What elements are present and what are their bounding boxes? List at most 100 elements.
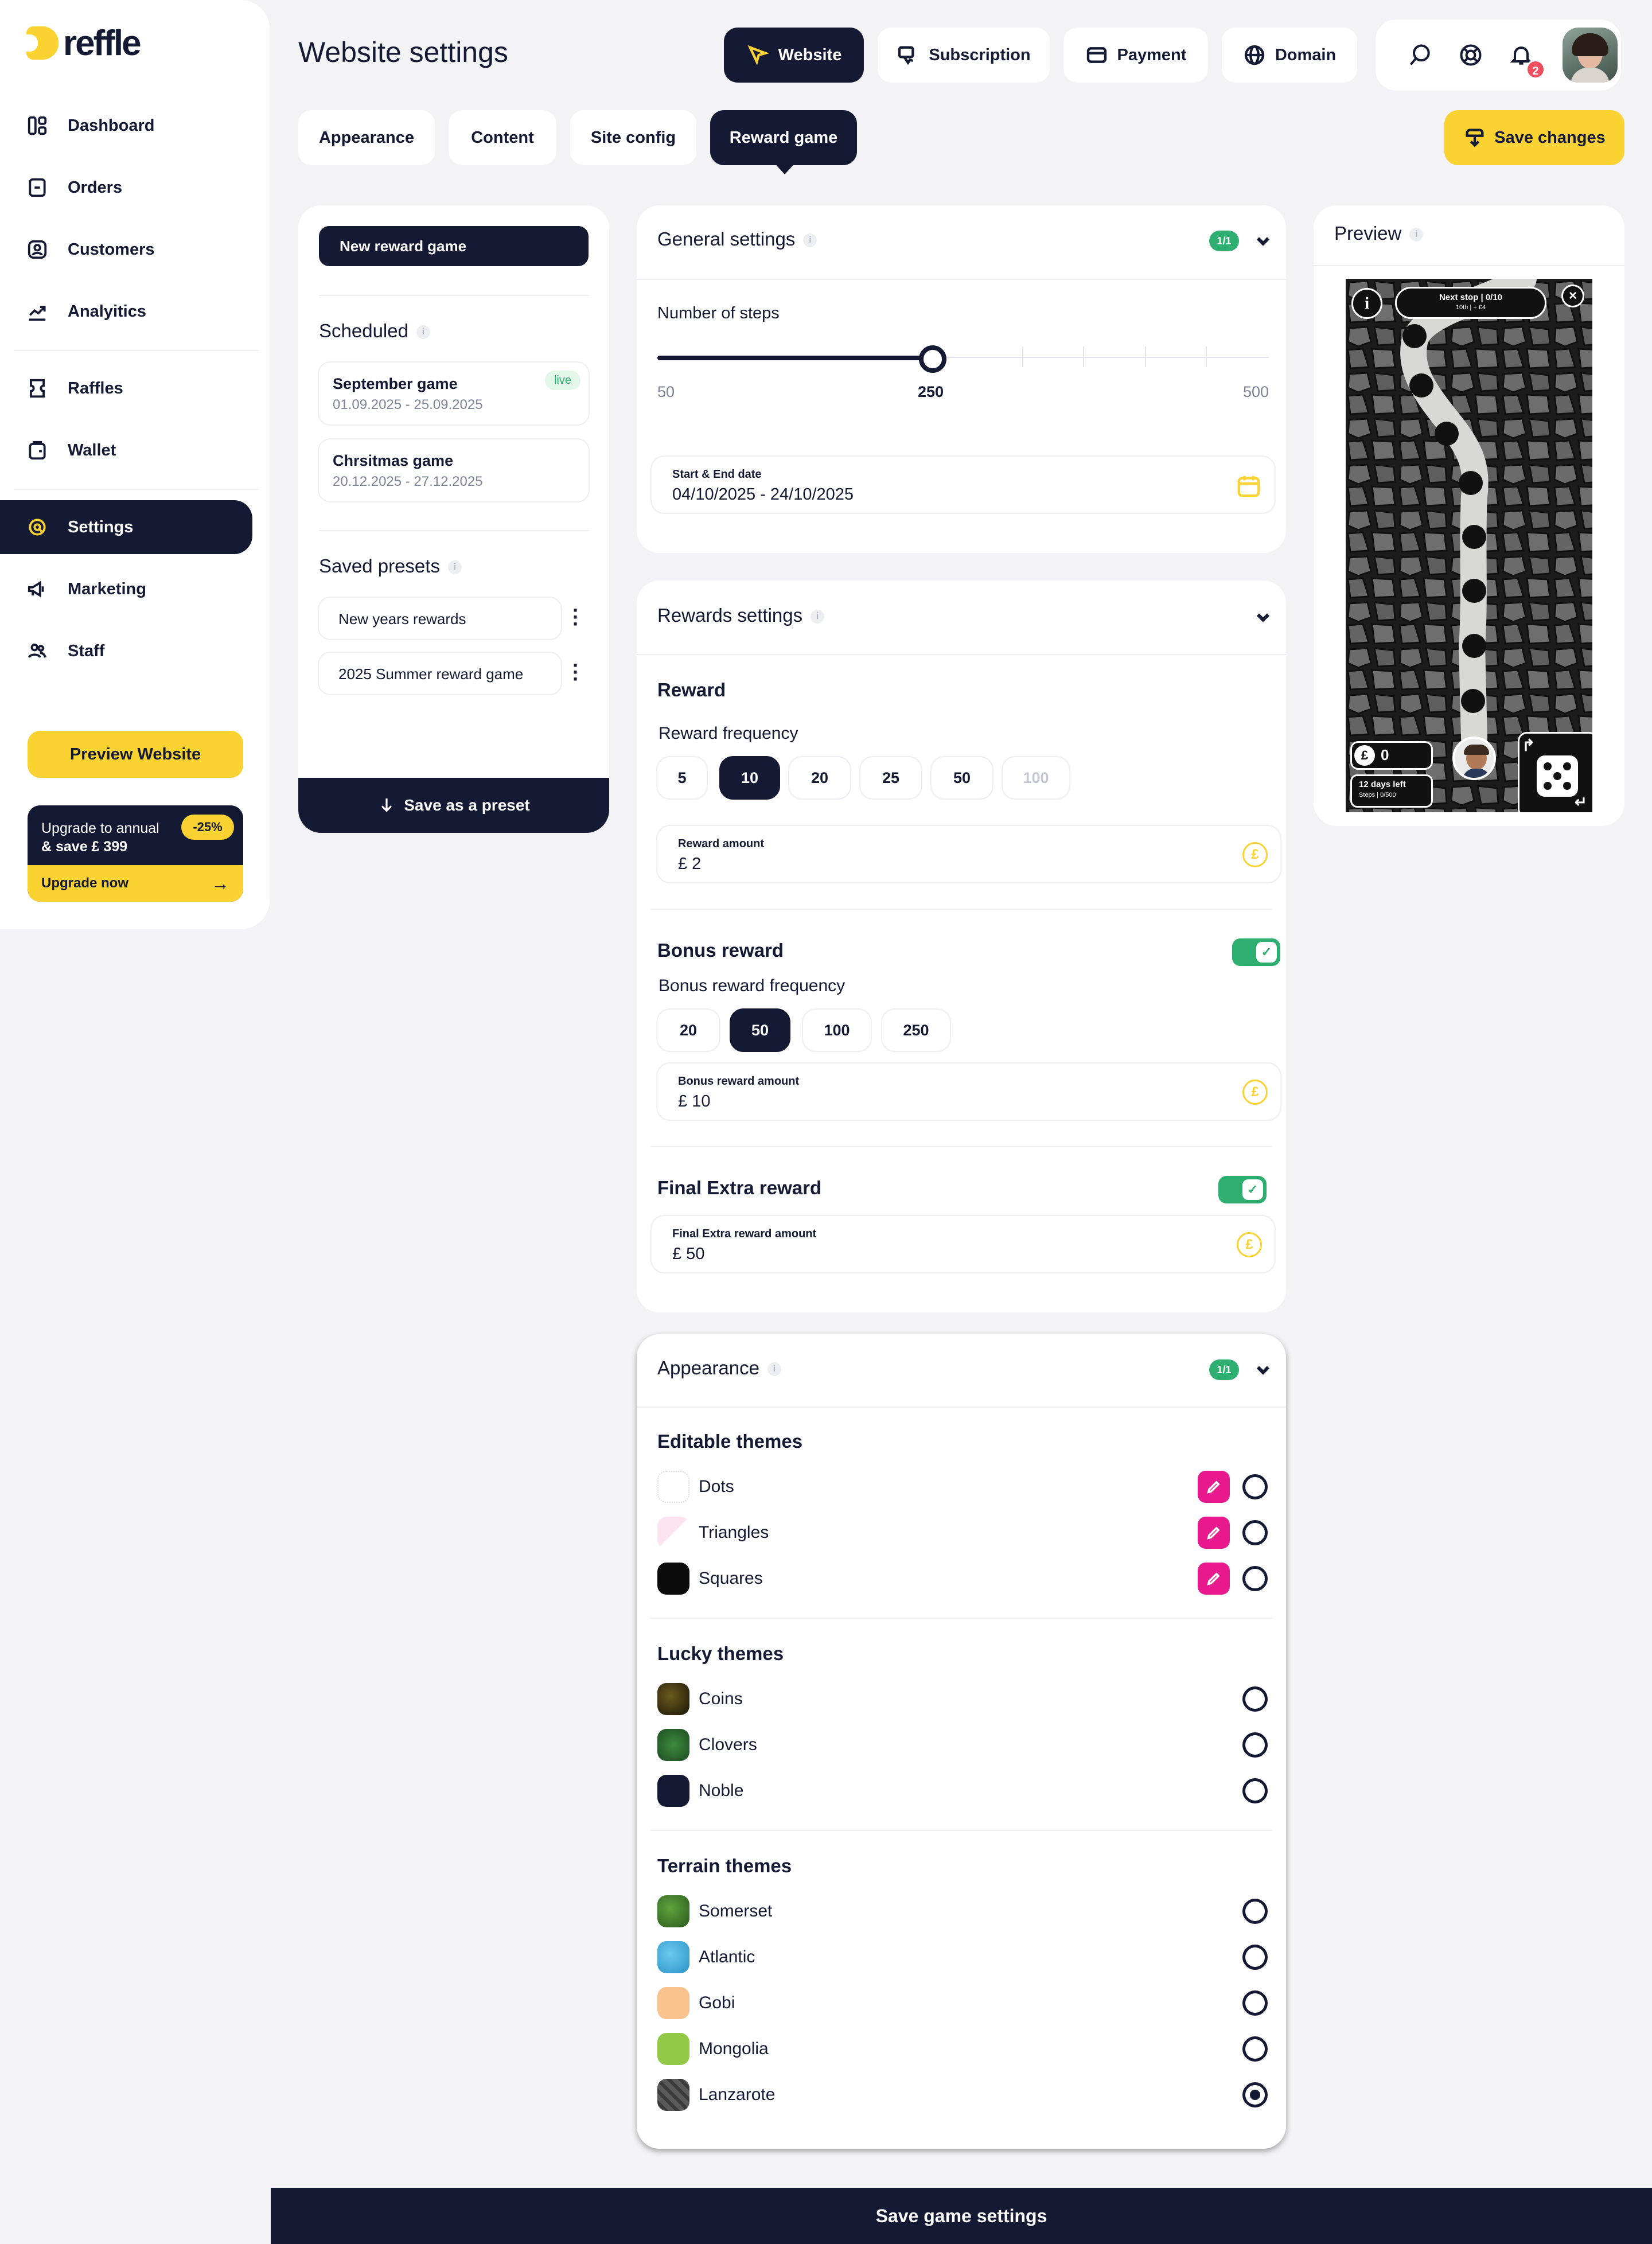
chevron-down-icon[interactable] [1253,231,1273,251]
subtab-reward-game[interactable]: Reward game [710,110,857,165]
theme-row-atlantic[interactable]: Atlantic [637,1932,1286,1978]
final-amount-field[interactable]: Final Extra reward amount £ 50 £ [650,1215,1276,1273]
dice-icon[interactable] [1537,755,1578,797]
frequency-option[interactable]: 20 [788,756,851,800]
tab-website[interactable]: Website [724,28,864,83]
preset-item[interactable]: 2025 Summer reward game [318,652,562,695]
upgrade-now-button[interactable]: Upgrade now → [28,865,243,902]
new-reward-game-button[interactable]: New reward game [319,226,589,266]
staff-icon [26,640,48,662]
frequency-option[interactable]: 25 [859,756,922,800]
scheduled-game[interactable]: Chrsitmas game 20.12.2025 - 27.12.2025 [318,438,590,502]
sidebar-item-customers[interactable]: Customers [0,223,252,276]
theme-name: Atlantic [699,1947,755,1966]
appearance-card: Appearance i 1/1 Editable themes Dots Tri… [637,1334,1286,2149]
field-label: Final Extra reward amount [672,1228,817,1240]
calendar-icon[interactable] [1236,473,1262,499]
theme-radio-selected[interactable] [1242,2082,1268,2107]
frequency-option[interactable]: 50 [930,756,993,800]
theme-row-somerset[interactable]: Somerset [637,1886,1286,1932]
share-arrow-icon[interactable]: ↱ [1522,736,1535,755]
theme-radio[interactable] [1242,1566,1268,1591]
steps-slider[interactable] [657,344,1269,373]
bonus-frequency-option[interactable]: 50 [730,1008,790,1052]
bonus-frequency-option[interactable]: 100 [802,1008,872,1052]
theme-radio[interactable] [1242,1686,1268,1712]
sidebar-item-analytics[interactable]: Analyitics [0,285,252,338]
preview-website-button[interactable]: Preview Website [28,731,243,778]
theme-radio[interactable] [1242,1945,1268,1970]
bonus-frequency-option[interactable]: 20 [656,1008,720,1052]
theme-row-gobi[interactable]: Gobi [637,1978,1286,2024]
theme-row-clovers[interactable]: Clovers [637,1720,1286,1766]
theme-row-noble[interactable]: Noble [637,1766,1286,1811]
date-range-field[interactable]: Start & End date 04/10/2025 - 24/10/2025 [650,455,1276,514]
completion-badge: 1/1 [1209,231,1239,251]
save-as-preset-label: Save as a preset [404,796,530,814]
preset-item[interactable]: New years rewards [318,597,562,640]
reward-frequency-label: Reward frequency [659,724,798,743]
rotate-arrow-icon[interactable]: ↵ [1575,793,1587,811]
theme-row-lanzarote[interactable]: Lanzarote [637,2070,1286,2116]
theme-name: Somerset [699,1902,773,1920]
theme-radio[interactable] [1242,1899,1268,1924]
subtab-site-config[interactable]: Site config [570,110,696,165]
theme-radio[interactable] [1242,1778,1268,1803]
final-reward-toggle[interactable] [1218,1176,1267,1203]
reward-amount-field[interactable]: Reward amount £ 2 £ [656,825,1281,883]
steps-min: 50 [657,383,675,400]
theme-row-coins[interactable]: Coins [637,1674,1286,1720]
bonus-amount-field[interactable]: Bonus reward amount £ 10 £ [656,1062,1281,1121]
close-icon[interactable]: × [1561,285,1584,307]
frequency-option[interactable]: 100 [1002,756,1070,800]
scheduled-game[interactable]: September game 01.09.2025 - 25.09.2025 l… [318,361,590,426]
chevron-down-icon[interactable] [1253,607,1273,628]
avatar[interactable] [1563,28,1618,83]
theme-row-triangles[interactable]: Triangles [637,1507,1286,1553]
games-panel: New reward game Scheduled i September gam… [298,205,609,833]
chevron-down-icon[interactable] [1253,1359,1273,1380]
sidebar-item-dashboard[interactable]: Dashboard [0,99,252,153]
sidebar-item-staff[interactable]: Staff [0,624,252,678]
field-value: £ 10 [678,1092,711,1111]
slider-thumb[interactable] [919,345,946,373]
theme-radio[interactable] [1242,1732,1268,1758]
more-vertical-icon[interactable]: · · · [568,655,584,689]
sidebar-item-settings[interactable]: Settings [0,500,252,554]
save-changes-button[interactable]: Save changes [1444,110,1624,165]
bonus-reward-toggle[interactable] [1232,938,1280,966]
save-game-settings-button[interactable]: Save game settings [271,2188,1652,2244]
sidebar-item-wallet[interactable]: Wallet [0,423,252,477]
more-vertical-icon[interactable]: · · · [568,600,584,634]
sidebar-item-marketing[interactable]: Marketing [0,562,252,616]
subtab-content[interactable]: Content [449,110,556,165]
theme-radio[interactable] [1242,1990,1268,2016]
tab-subscription[interactable]: Subscription [878,28,1050,83]
theme-radio[interactable] [1242,1520,1268,1545]
frequency-option[interactable]: 10 [719,756,780,800]
steps-label: Number of steps [657,304,780,322]
theme-radio[interactable] [1242,1474,1268,1499]
theme-row-dots[interactable]: Dots [637,1462,1286,1507]
edit-pencil-icon[interactable] [1198,1471,1230,1503]
theme-row-squares[interactable]: Squares [637,1553,1286,1599]
frequency-option[interactable]: 5 [656,756,708,800]
theme-name: Gobi [699,1993,735,2012]
game-preview: i Next stop | 0/10 10th | + £4 × £ 0 12 … [1346,279,1592,812]
subtab-appearance[interactable]: Appearance [298,110,435,165]
help-icon[interactable] [1458,42,1483,68]
preset-name: 2025 Summer reward game [338,665,524,683]
edit-pencil-icon[interactable] [1198,1517,1230,1549]
theme-row-mongolia[interactable]: Mongolia [637,2024,1286,2070]
tab-payment[interactable]: Payment [1063,28,1208,83]
search-icon[interactable] [1408,42,1433,68]
info-icon[interactable]: i [1351,288,1382,319]
sidebar-item-raffles[interactable]: Raffles [0,361,252,415]
theme-radio[interactable] [1242,2036,1268,2062]
bonus-frequency-option[interactable]: 250 [881,1008,951,1052]
logo[interactable]: reffle [26,24,142,63]
tab-domain[interactable]: Domain [1222,28,1357,83]
sidebar-item-orders[interactable]: Orders [0,161,252,215]
edit-pencil-icon[interactable] [1198,1563,1230,1595]
save-as-preset-button[interactable]: Save as a preset [298,778,609,833]
